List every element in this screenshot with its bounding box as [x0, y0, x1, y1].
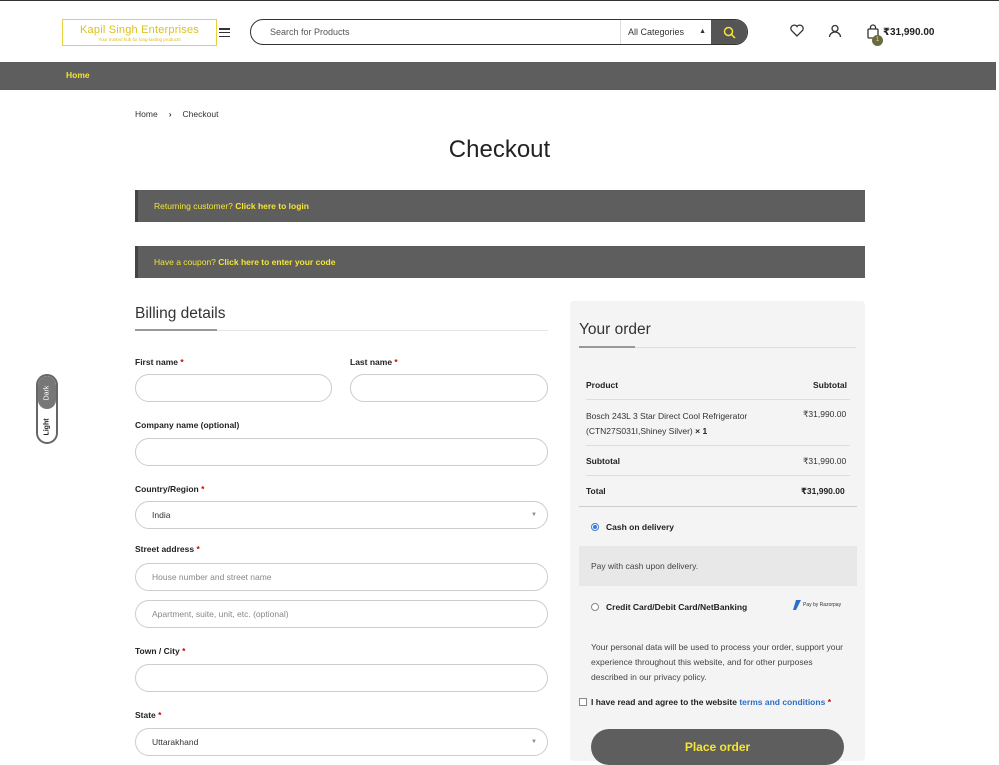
terms-text: I have read and agree to the website — [591, 697, 737, 707]
divider — [586, 475, 850, 476]
category-selected: All Categories — [628, 27, 685, 37]
logo-tagline: Your trusted hub for long-lasting produc… — [98, 37, 181, 42]
search-bar: All Categories ▲ — [250, 19, 748, 45]
last-name-label: Last name * — [350, 357, 398, 367]
company-field[interactable] — [135, 438, 548, 466]
terms-checkbox[interactable] — [579, 698, 587, 706]
nav-item-home[interactable]: Home — [66, 70, 90, 80]
search-icon — [723, 26, 736, 39]
select-arrows-icon: ▲ — [699, 28, 706, 35]
payment-cod-description: Pay with cash upon delivery. — [579, 546, 857, 586]
razorpay-icon — [793, 600, 801, 610]
subtotal-value: ₹31,990.00 — [803, 456, 847, 466]
divider — [579, 506, 857, 507]
terms-required-mark: * — [827, 697, 831, 707]
payment-card-label[interactable]: Credit Card/Debit Card/NetBanking — [606, 602, 747, 612]
terms-label: I have read and agree to the website ter… — [591, 697, 831, 707]
street-line1-field[interactable]: House number and street name — [135, 563, 548, 591]
last-name-field[interactable] — [350, 374, 548, 402]
first-name-label: First name * — [135, 357, 184, 367]
page-title: Checkout — [448, 136, 551, 163]
search-button[interactable] — [711, 20, 747, 44]
billing-divider — [135, 329, 548, 331]
payment-cod-radio[interactable] — [591, 523, 599, 531]
site-logo[interactable]: Kapil Singh Enterprises Your trusted hub… — [62, 19, 217, 46]
login-link[interactable]: Click here to login — [235, 201, 309, 211]
coupon-link[interactable]: Click here to enter your code — [218, 257, 335, 267]
state-label: State * — [135, 710, 162, 720]
company-label: Company name (optional) — [135, 420, 240, 430]
logo-name: Kapil Singh Enterprises — [80, 24, 199, 36]
chevron-down-icon: ▼ — [531, 739, 537, 745]
order-heading: Your order — [579, 321, 651, 338]
order-item-name: Bosch 243L 3 Star Direct Cool Refrigerat… — [586, 411, 748, 436]
theme-dark-label: Dark — [43, 385, 51, 400]
coupon-notice: Have a coupon? Click here to enter your … — [135, 246, 865, 278]
city-label: Town / City * — [135, 646, 186, 656]
chevron-down-icon: ▼ — [531, 512, 537, 518]
theme-light-label: Light — [43, 417, 51, 436]
col-product-header: Product — [586, 380, 619, 390]
login-notice-text: Returning customer? — [154, 201, 233, 211]
total-label: Total — [586, 486, 606, 496]
place-order-button[interactable]: Place order — [591, 729, 844, 765]
theme-light-option[interactable]: Light — [38, 411, 56, 442]
street-label: Street address * — [135, 544, 200, 554]
first-name-field[interactable] — [135, 374, 332, 402]
breadcrumb-separator: › — [168, 109, 172, 119]
divider — [586, 399, 850, 400]
order-item-price: ₹31,990.00 — [803, 409, 847, 419]
razorpay-label: Pay by Razorpay — [803, 602, 842, 608]
breadcrumb: Home › Checkout — [135, 109, 218, 119]
subtotal-label: Subtotal — [586, 456, 620, 466]
order-divider — [579, 346, 856, 348]
divider — [586, 445, 850, 446]
theme-dark-option[interactable]: Dark — [38, 376, 56, 409]
breadcrumb-home[interactable]: Home — [135, 109, 158, 119]
payment-card-radio[interactable] — [591, 603, 599, 611]
login-notice: Returning customer? Click here to login — [135, 190, 865, 222]
menu-icon[interactable] — [219, 28, 230, 38]
billing-heading: Billing details — [135, 305, 226, 322]
state-select[interactable]: Uttarakhand ▼ — [135, 728, 548, 756]
cart-total[interactable]: ₹31,990.00 — [883, 27, 934, 38]
coupon-notice-text: Have a coupon? — [154, 257, 216, 267]
razorpay-logo: Pay by Razorpay — [793, 600, 841, 610]
country-label: Country/Region * — [135, 484, 205, 494]
city-field[interactable] — [135, 664, 548, 692]
payment-cod-label[interactable]: Cash on delivery — [606, 522, 674, 532]
state-value: Uttarakhand — [152, 737, 199, 747]
search-input[interactable] — [251, 20, 621, 44]
col-subtotal-header: Subtotal — [813, 380, 847, 390]
category-select[interactable]: All Categories ▲ — [620, 20, 712, 44]
country-value: India — [152, 510, 171, 520]
wishlist-heart-icon[interactable] — [789, 24, 805, 40]
total-value: ₹31,990.00 — [801, 486, 845, 496]
country-select[interactable]: India ▼ — [135, 501, 548, 529]
order-item-qty: × 1 — [695, 426, 708, 436]
cart-count-badge: 1 — [872, 35, 883, 46]
street-line2-field[interactable]: Apartment, suite, unit, etc. (optional) — [135, 600, 548, 628]
privacy-notice: Your personal data will be used to proce… — [591, 642, 843, 682]
account-user-icon[interactable] — [827, 24, 843, 40]
terms-link[interactable]: terms and conditions — [739, 697, 825, 707]
breadcrumb-current: Checkout — [182, 109, 219, 119]
main-nav: Home — [0, 62, 996, 90]
theme-toggle[interactable]: Dark Light — [36, 374, 58, 444]
site-header: Kapil Singh Enterprises Your trusted hub… — [0, 0, 999, 62]
